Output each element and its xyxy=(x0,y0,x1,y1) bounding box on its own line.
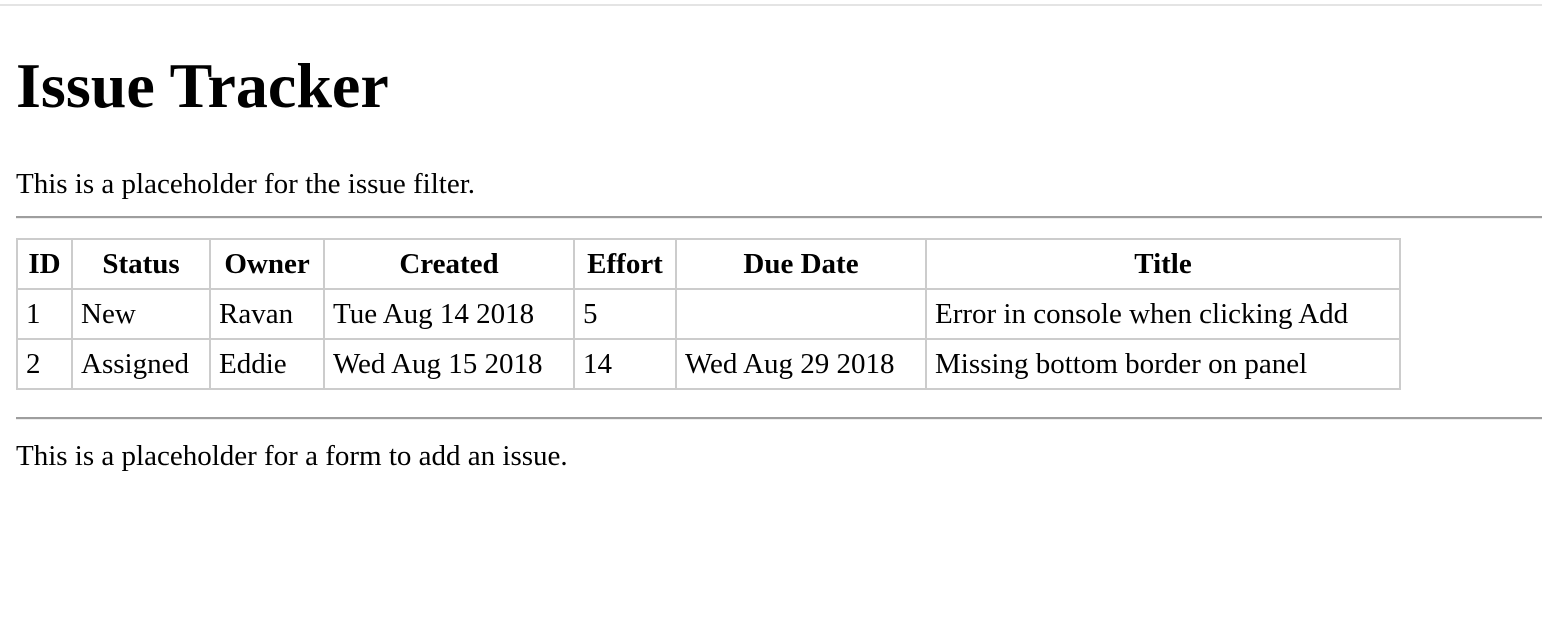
cell-owner: Eddie xyxy=(209,338,325,390)
cell-status: Assigned xyxy=(71,338,211,390)
cell-id: 2 xyxy=(16,338,73,390)
cell-effort: 14 xyxy=(573,338,677,390)
issue-filter-placeholder: This is a placeholder for the issue filt… xyxy=(16,168,476,200)
section-divider-bottom xyxy=(16,417,1542,420)
column-header-created: Created xyxy=(323,238,575,290)
cell-title: Missing bottom border on panel xyxy=(925,338,1401,390)
cell-created: Wed Aug 15 2018 xyxy=(323,338,575,390)
column-header-owner: Owner xyxy=(209,238,325,290)
add-issue-placeholder: This is a placeholder for a form to add … xyxy=(16,440,568,472)
table-row: 2 Assigned Eddie Wed Aug 15 2018 14 Wed … xyxy=(16,338,1401,390)
browser-top-divider xyxy=(0,4,1542,6)
cell-id: 1 xyxy=(16,288,73,340)
section-divider-top xyxy=(16,216,1542,219)
page-title: Issue Tracker xyxy=(16,50,389,121)
column-header-effort: Effort xyxy=(573,238,677,290)
column-header-title: Title xyxy=(925,238,1401,290)
cell-due-date xyxy=(675,288,927,340)
column-header-id: ID xyxy=(16,238,73,290)
cell-owner: Ravan xyxy=(209,288,325,340)
cell-status: New xyxy=(71,288,211,340)
column-header-status: Status xyxy=(71,238,211,290)
cell-effort: 5 xyxy=(573,288,677,340)
column-header-due-date: Due Date xyxy=(675,238,927,290)
table-header-row: ID Status Owner Created Effort Due Date … xyxy=(16,238,1401,290)
cell-title: Error in console when clicking Add xyxy=(925,288,1401,340)
cell-created: Tue Aug 14 2018 xyxy=(323,288,575,340)
cell-due-date: Wed Aug 29 2018 xyxy=(675,338,927,390)
issue-table: ID Status Owner Created Effort Due Date … xyxy=(16,238,1401,390)
table-row: 1 New Ravan Tue Aug 14 2018 5 Error in c… xyxy=(16,288,1401,340)
